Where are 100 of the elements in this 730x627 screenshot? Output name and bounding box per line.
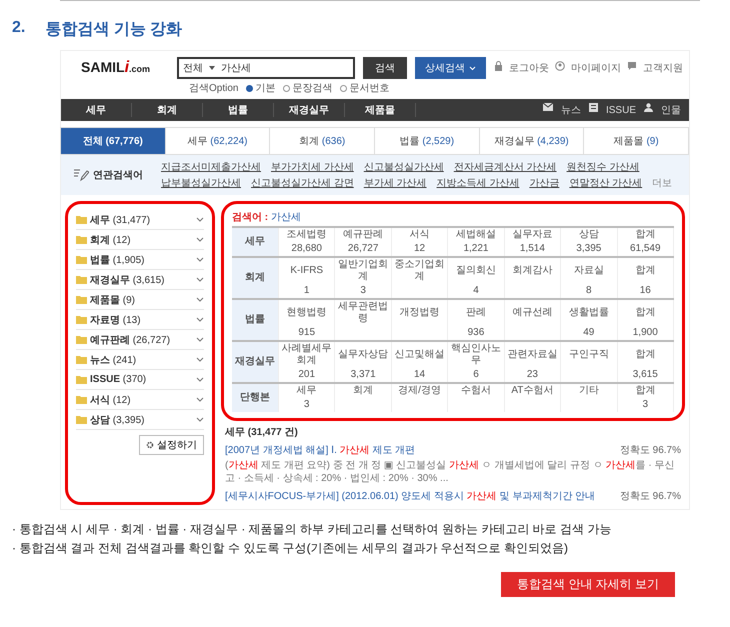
count-cell[interactable]: 26,727 <box>334 242 392 257</box>
folder-icon <box>76 255 87 264</box>
related-term-link[interactable]: 부가가치세 가산세 <box>271 160 354 174</box>
result-title-link[interactable]: [세무시사FOCUS-부가세] (2012.06.01) 양도세 적용시 가산세 및 부과제척기간 안내 <box>225 489 596 503</box>
count-cell[interactable]: 4 <box>448 284 504 299</box>
category-item[interactable]: 예규판례 (26,727) <box>76 330 204 350</box>
folder-icon <box>76 335 87 344</box>
related-term-link[interactable]: 신고불성실가산세 감면 <box>251 176 354 190</box>
count-cell[interactable]: 1,514 <box>504 242 561 257</box>
chevron-icon <box>196 337 204 342</box>
count-cell[interactable]: 23 <box>504 368 561 383</box>
related-term-link[interactable]: 연말정산 가산세 <box>569 176 642 190</box>
folder-icon <box>76 375 87 384</box>
column-header-cell: 합계 <box>617 227 674 242</box>
search-field[interactable]: 전체 가산세 <box>176 57 355 79</box>
tab[interactable]: 전체 (67,776) <box>60 127 166 154</box>
nav-item[interactable]: 제품몰 <box>345 103 416 117</box>
count-cell[interactable]: 16 <box>617 284 674 299</box>
radio-option[interactable]: 문장검색 <box>283 81 332 95</box>
chevron-icon <box>196 277 204 282</box>
accuracy-text: 정확도 96.7% <box>620 490 681 503</box>
tab[interactable]: 제품몰 (9) <box>583 127 690 154</box>
nav-item[interactable]: 회계 <box>132 103 203 117</box>
column-header-cell: 일반기업회계 <box>334 257 392 284</box>
detail-button[interactable]: 통합검색 안내 자세히 보기 <box>500 572 675 597</box>
column-header-cell: 신고및해설 <box>391 341 448 368</box>
nav-link[interactable]: 뉴스 <box>560 103 581 117</box>
related-term-link[interactable]: 부가세 가산세 <box>364 176 427 190</box>
related-term-link[interactable]: 납부불성실가산세 <box>161 176 241 190</box>
radio-option[interactable]: 기본 <box>246 81 276 95</box>
nav-item[interactable]: 세무 <box>61 103 132 117</box>
column-header-cell: 합계 <box>617 341 674 368</box>
column-header-cell: 세무관련법령 <box>334 299 392 326</box>
lock-icon <box>494 61 503 71</box>
count-cell[interactable]: 3,395 <box>560 242 618 257</box>
count-cell[interactable]: 3,371 <box>334 368 392 383</box>
related-term-link[interactable]: 지방소득세 가산세 <box>436 176 520 190</box>
column-header-cell: 구인구직 <box>560 341 618 368</box>
related-term-link[interactable]: 신고불성실가산세 <box>364 160 444 174</box>
column-header-cell: 사례별세무회계 <box>278 341 335 368</box>
folder-icon <box>76 275 87 284</box>
column-header-cell: 세법해설 <box>448 227 504 242</box>
count-cell[interactable]: 49 <box>560 326 618 341</box>
count-cell[interactable]: 8 <box>560 284 618 299</box>
related-term-link[interactable]: 지급조서미제출가산세 <box>161 160 261 174</box>
folder-icon <box>76 415 87 424</box>
category-item[interactable]: 서식 (12) <box>76 390 204 410</box>
count-cell[interactable]: 6 <box>448 368 504 383</box>
pencil-list-icon <box>73 168 89 182</box>
radio-option[interactable]: 문서번호 <box>340 81 390 95</box>
category-item[interactable]: 상담 (3,395) <box>76 410 204 430</box>
folder-icon <box>76 235 87 244</box>
section-header-cell: 단행본 <box>232 383 278 412</box>
column-header-cell: 서식 <box>391 227 448 242</box>
category-item[interactable]: 법률 (1,905) <box>76 250 204 270</box>
top-link[interactable]: 고객지원 <box>643 61 683 75</box>
logo[interactable]: SAMILi.com <box>81 59 169 77</box>
chevron-icon <box>196 377 204 382</box>
count-cell[interactable]: 1,900 <box>617 326 674 341</box>
top-link[interactable]: 마이페이지 <box>571 61 621 75</box>
category-item[interactable]: 회계 (12) <box>76 230 204 250</box>
count-cell[interactable]: 14 <box>391 368 448 383</box>
related-term-link[interactable]: 전자세금계산서 가산세 <box>454 160 557 174</box>
count-cell[interactable]: 61,549 <box>617 242 674 257</box>
count-cell[interactable]: 1,221 <box>448 242 504 257</box>
column-header-cell: 합계 <box>617 257 674 284</box>
chevron-icon <box>196 297 204 302</box>
column-header-cell: 수험서 <box>448 383 504 398</box>
query-label: 검색어 : <box>232 212 268 223</box>
column-header-cell: 합계 <box>617 299 674 326</box>
column-header-cell: 현행법령 <box>278 299 335 326</box>
count-cell[interactable]: 936 <box>448 326 504 341</box>
related-term-link[interactable]: 원천징수 가산세 <box>566 160 640 174</box>
count-cell[interactable]: 3,615 <box>617 368 674 383</box>
count-cell[interactable]: 3 <box>617 398 674 412</box>
category-item[interactable]: 자료명 (13) <box>76 310 204 330</box>
results-heading: 세무 (31,477 건) <box>225 426 299 439</box>
category-item[interactable]: 뉴스 (241) <box>76 350 204 370</box>
column-header-cell: 중소기업회계 <box>391 257 448 284</box>
settings-button[interactable]: 설정하기 <box>139 435 204 455</box>
search-button[interactable]: 검색 <box>363 57 407 79</box>
nav-link[interactable]: ISSUE <box>606 103 636 117</box>
count-cell[interactable]: 3 <box>278 398 335 412</box>
count-cell[interactable]: 12 <box>391 242 448 257</box>
category-item[interactable]: ISSUE (370) <box>76 370 204 390</box>
category-item[interactable]: 재경실무 (3,615) <box>76 270 204 290</box>
category-item[interactable]: 제품몰 (9) <box>76 290 204 310</box>
chevron-icon <box>469 66 476 71</box>
result-title-link[interactable]: [2007년 개정세법 해설] Ⅰ. 가산세 제도 개편 <box>225 443 416 457</box>
nav-link[interactable]: 인물 <box>661 103 681 117</box>
user-icon <box>555 61 565 71</box>
top-link[interactable]: 로그아웃 <box>509 61 549 75</box>
nav-item[interactable]: 재경실무 <box>274 103 345 117</box>
section-number: 2. <box>12 19 26 38</box>
related-term-link[interactable]: 가산금 <box>529 176 560 190</box>
nav-item[interactable]: 법률 <box>203 103 274 117</box>
column-header-cell: 판례 <box>448 299 504 326</box>
advanced-search-button[interactable]: 상세검색 <box>415 57 486 79</box>
category-item[interactable]: 세무 (31,477) <box>76 210 204 230</box>
count-cell[interactable]: 3 <box>334 284 392 299</box>
